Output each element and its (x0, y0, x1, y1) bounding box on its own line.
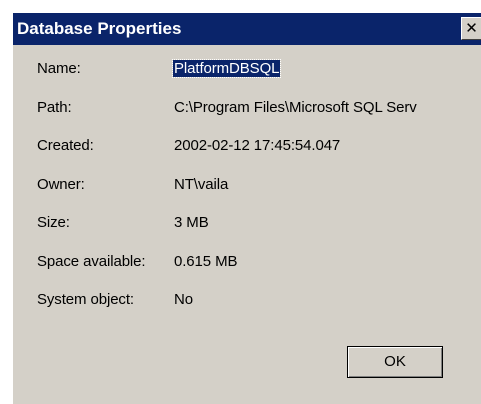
property-row-path: Path: C:\Program Files\Microsoft SQL Ser… (13, 99, 481, 123)
close-button[interactable]: ✕ (461, 17, 481, 40)
property-row-owner: Owner: NT\vaila (13, 176, 481, 200)
title-bar[interactable]: Database Properties ✕ (13, 13, 481, 45)
property-row-name: Name: PlatformDBSQL (13, 59, 481, 84)
name-label: Name: (37, 60, 81, 77)
system-object-label: System object: (37, 291, 134, 308)
size-label: Size: (37, 214, 70, 231)
close-icon: ✕ (465, 19, 478, 37)
property-row-space-available: Space available: 0.615 MB (13, 253, 481, 277)
path-value: C:\Program Files\Microsoft SQL Serv (174, 99, 417, 116)
property-row-created: Created: 2002-02-12 17:45:54.047 (13, 137, 481, 161)
system-object-value: No (174, 291, 193, 308)
path-label: Path: (37, 99, 72, 116)
name-value[interactable]: PlatformDBSQL (171, 59, 282, 78)
property-row-size: Size: 3 MB (13, 214, 481, 238)
owner-label: Owner: (37, 176, 85, 193)
space-available-label: Space available: (37, 253, 146, 270)
property-row-system-object: System object: No (13, 291, 481, 315)
created-value: 2002-02-12 17:45:54.047 (174, 137, 341, 154)
created-label: Created: (37, 137, 94, 154)
dialog-title: Database Properties (17, 19, 182, 38)
ok-button[interactable]: OK (347, 346, 443, 378)
database-properties-dialog: Database Properties ✕ Name: PlatformDBSQ… (12, 12, 481, 404)
size-value: 3 MB (174, 214, 209, 231)
owner-value: NT\vaila (174, 176, 229, 193)
space-available-value: 0.615 MB (174, 253, 238, 270)
